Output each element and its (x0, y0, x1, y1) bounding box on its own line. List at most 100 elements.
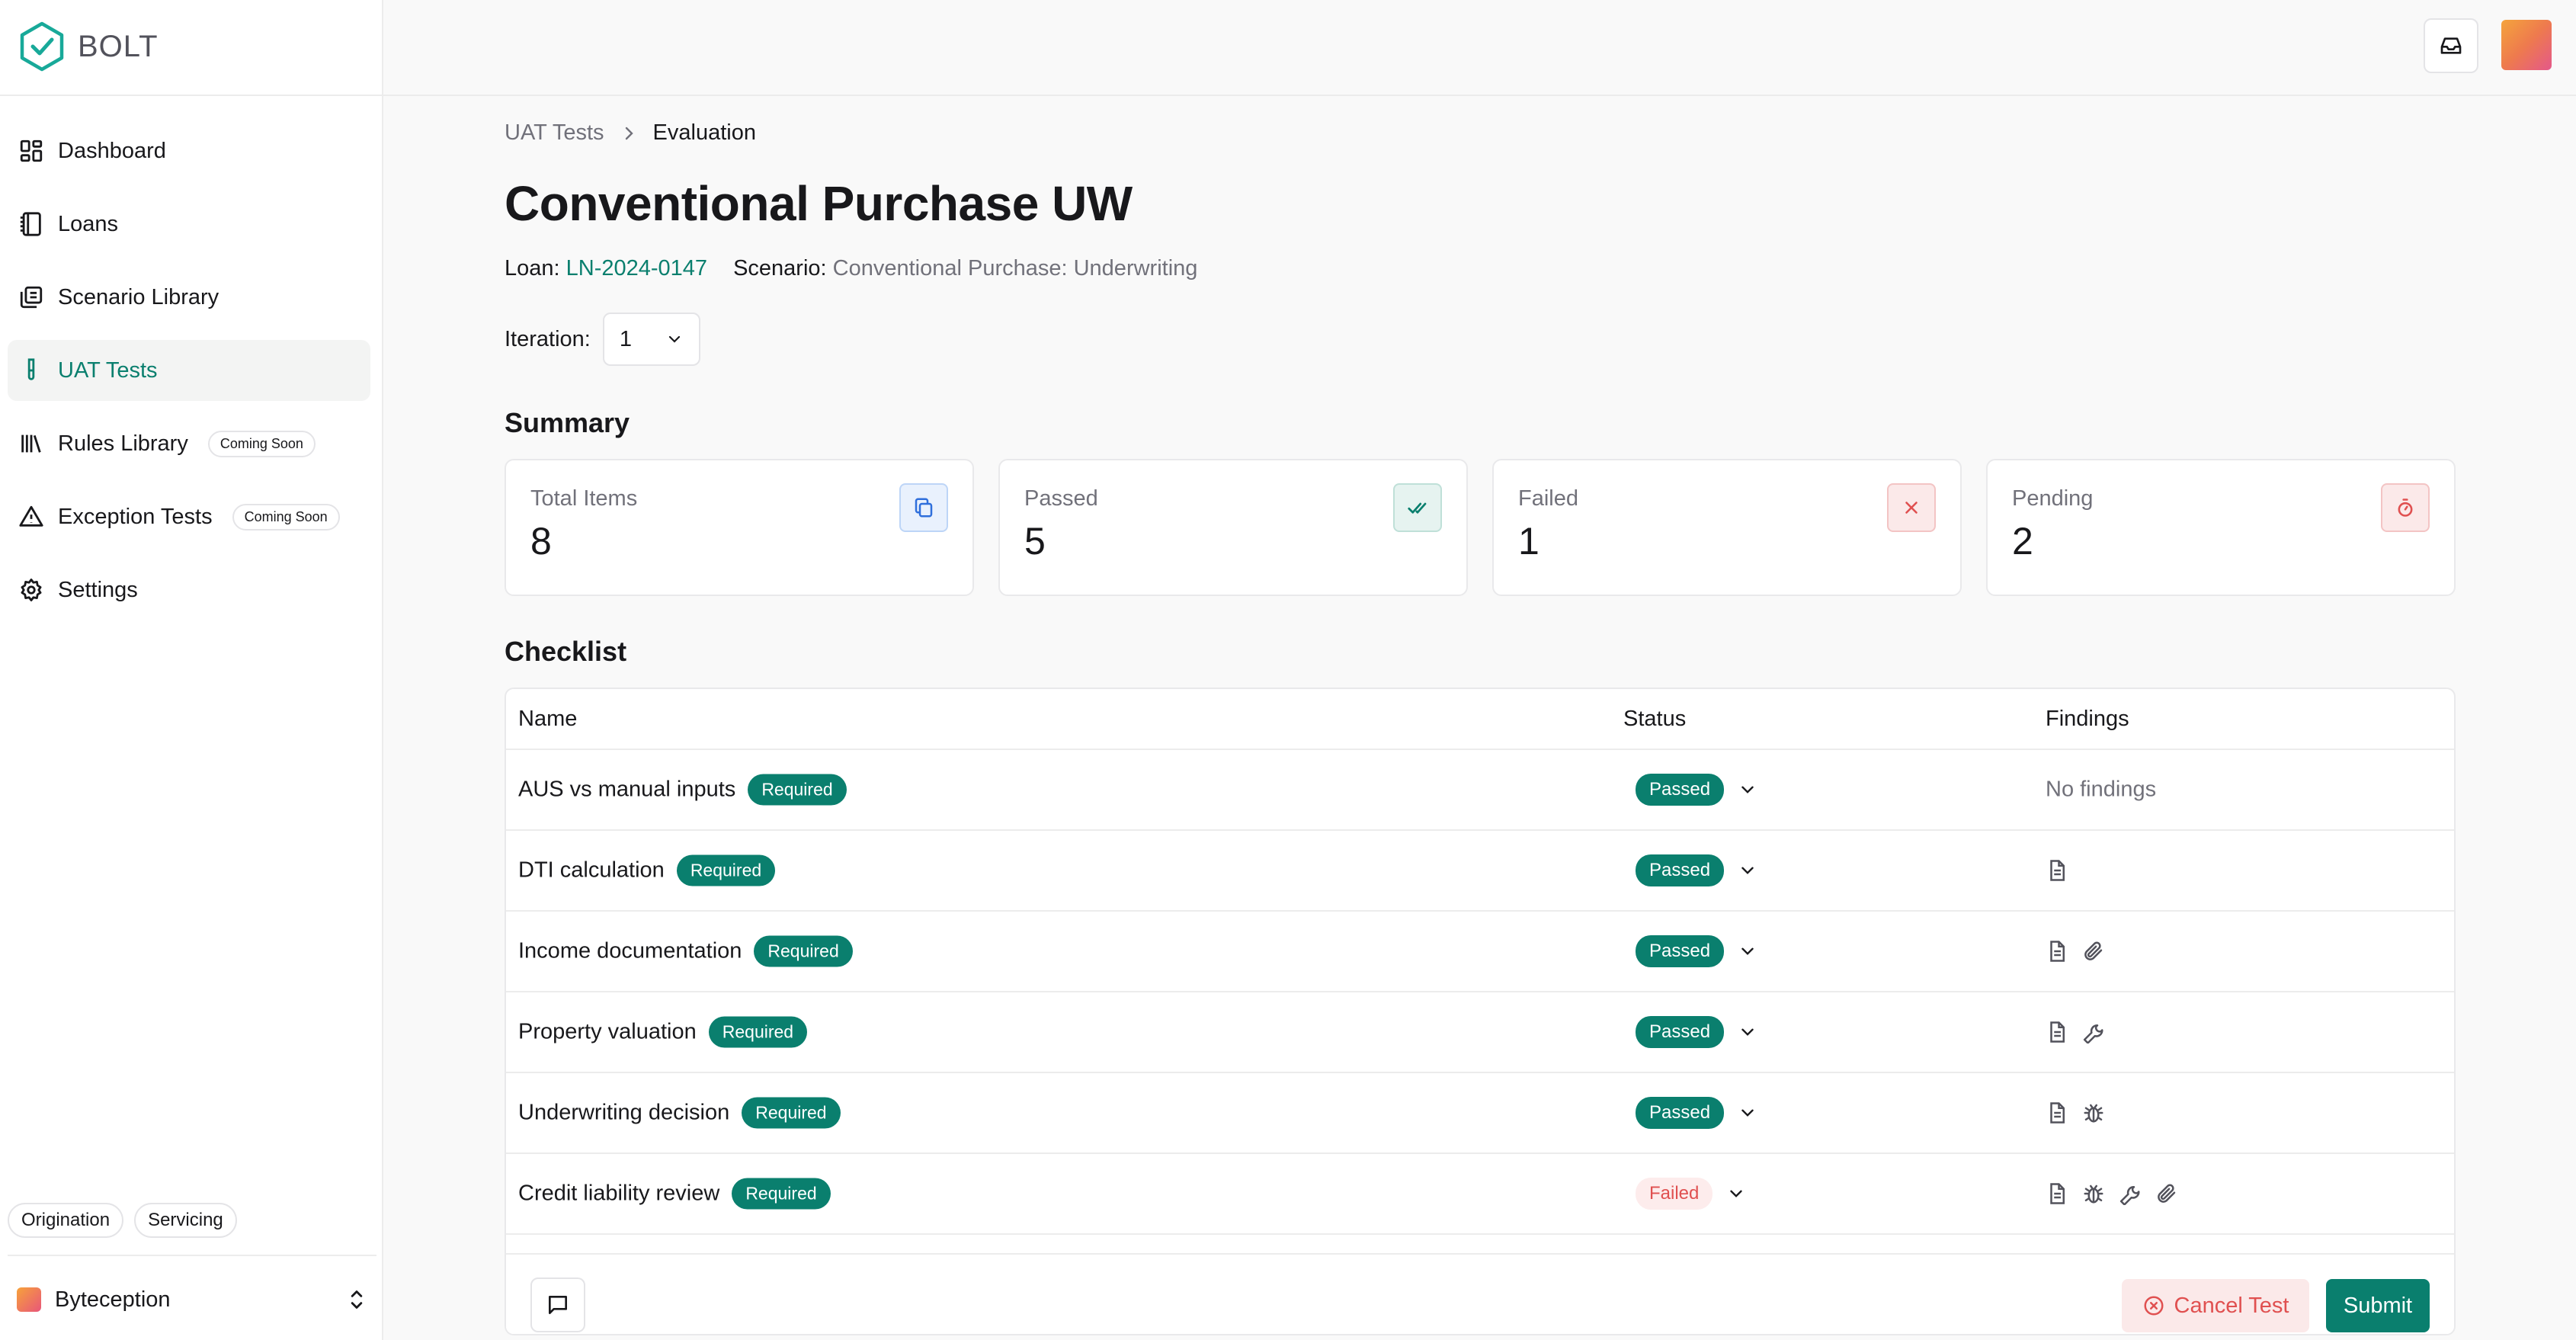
bug-icon[interactable] (2082, 1101, 2105, 1124)
card-value: 5 (1024, 520, 1046, 563)
document-icon[interactable] (2046, 859, 2068, 882)
status-dropdown[interactable]: Failed (1636, 1178, 1746, 1210)
status-badge: Failed (1636, 1178, 1713, 1210)
row-name-cell: Income documentation Required (518, 935, 853, 967)
required-badge: Required (754, 935, 853, 967)
findings-cell (2046, 940, 2105, 963)
sidebar-item-exception-tests[interactable]: Exception Tests Coming Soon (8, 486, 370, 547)
dashboard-icon (20, 139, 43, 162)
comment-button[interactable] (530, 1277, 585, 1332)
findings-cell: No findings (2046, 777, 2156, 803)
warning-icon (19, 505, 43, 527)
status-badge: Passed (1636, 935, 1725, 967)
sidebar-item-label: Scenario Library (58, 284, 219, 309)
table-row: DTI calculation Required Passed (506, 831, 2454, 912)
library-icon (20, 286, 43, 309)
breadcrumb: UAT Tests Evaluation (505, 120, 756, 146)
document-icon[interactable] (2046, 1101, 2068, 1124)
status-badge: Passed (1636, 1097, 1725, 1129)
avatar[interactable] (2501, 20, 2552, 70)
paperclip-icon[interactable] (2155, 1182, 2178, 1205)
cancel-test-button[interactable]: Cancel Test (2122, 1279, 2309, 1332)
loan-link[interactable]: LN-2024-0147 (566, 256, 707, 281)
item-name: Income documentation (518, 938, 742, 963)
sidebar-item-settings[interactable]: Settings (8, 559, 370, 620)
wrench-icon[interactable] (2082, 1021, 2105, 1043)
item-name: Underwriting decision (518, 1100, 730, 1125)
document-icon[interactable] (2046, 1182, 2068, 1205)
breadcrumb-uat-tests[interactable]: UAT Tests (505, 120, 604, 146)
card-label: Failed (1518, 486, 1578, 511)
chevron-right-icon (625, 127, 633, 139)
double-check-icon (1393, 483, 1442, 532)
column-header-status: Status (1623, 706, 1687, 731)
card-passed: Passed 5 (998, 459, 1468, 596)
item-name: Property valuation (518, 1019, 697, 1044)
sidebar-item-scenario-library[interactable]: Scenario Library (8, 267, 370, 328)
iteration-select[interactable]: 1 (602, 313, 700, 366)
page-title: Conventional Purchase UW (505, 176, 1133, 231)
status-dropdown[interactable]: Passed (1636, 1016, 1757, 1048)
message-square-icon (549, 1296, 567, 1314)
sidebar-nav: Dashboard Loans Scenario Library UAT Tes… (8, 120, 370, 633)
status-dropdown[interactable]: Passed (1636, 774, 1757, 806)
card-label: Pending (2012, 486, 2094, 511)
iteration-selector: Iteration: 1 (505, 313, 700, 366)
card-failed: Failed 1 (1492, 459, 1962, 596)
sidebar-item-uat-tests[interactable]: UAT Tests (8, 340, 370, 401)
card-pending: Pending 2 (1986, 459, 2456, 596)
sidebar-item-rules-library[interactable]: Rules Library Coming Soon (8, 413, 370, 474)
inbox-icon (2440, 37, 2462, 54)
submit-button[interactable]: Submit (2326, 1279, 2430, 1332)
card-value: 2 (2012, 520, 2033, 563)
required-badge: Required (742, 1097, 841, 1129)
document-icon[interactable] (2046, 1021, 2068, 1043)
summary-cards: Total Items 8 Passed 5 Failed 1 Pending … (505, 459, 2456, 596)
table-row: Income documentation Required Passed (506, 912, 2454, 992)
test-meta: Loan: LN-2024-0147 Scenario: Conventiona… (505, 256, 1197, 281)
row-name-cell: AUS vs manual inputs Required (518, 774, 847, 806)
document-icon[interactable] (2046, 940, 2068, 963)
row-name-cell: Credit liability review Required (518, 1178, 831, 1210)
coming-soon-badge: Coming Soon (232, 503, 340, 531)
org-switcher[interactable]: Byteception (17, 1273, 367, 1326)
status-dropdown[interactable]: Passed (1636, 935, 1757, 967)
required-badge: Required (748, 774, 847, 806)
env-tag-origination[interactable]: Origination (8, 1203, 124, 1238)
bug-icon[interactable] (2082, 1182, 2105, 1205)
env-tag-servicing[interactable]: Servicing (134, 1203, 237, 1238)
chevron-down-icon (1741, 786, 1754, 793)
sidebar-item-loans[interactable]: Loans (8, 194, 370, 255)
scenario-meta: Scenario: Conventional Purchase: Underwr… (733, 256, 1197, 281)
chevron-down-icon (1730, 1190, 1743, 1197)
cancel-label: Cancel Test (2174, 1293, 2289, 1318)
iteration-label: Iteration: (505, 326, 591, 351)
row-name-cell: Underwriting decision Required (518, 1097, 841, 1129)
chevron-down-icon (668, 335, 680, 343)
item-name: Credit liability review (518, 1181, 720, 1206)
status-dropdown[interactable]: Passed (1636, 1097, 1757, 1129)
sidebar-item-label: Dashboard (58, 138, 166, 163)
sidebar-item-label: Settings (58, 577, 138, 602)
brand[interactable]: BOLT (18, 20, 159, 73)
column-header-findings: Findings (2046, 706, 2129, 731)
required-badge: Required (676, 854, 776, 886)
wrench-icon[interactable] (2119, 1182, 2142, 1205)
table-row: AUS vs manual inputs Required Passed No … (506, 750, 2454, 831)
column-header-name: Name (518, 706, 578, 731)
item-name: AUS vs manual inputs (518, 777, 736, 802)
breadcrumb-current: Evaluation (652, 120, 756, 145)
row-name-cell: Property valuation Required (518, 1016, 808, 1048)
status-dropdown[interactable]: Passed (1636, 854, 1757, 886)
copy-icon (899, 483, 948, 532)
circle-x-icon (2144, 1296, 2163, 1316)
divider (0, 95, 383, 96)
org-name: Byteception (55, 1287, 171, 1312)
iteration-value: 1 (619, 326, 632, 351)
paperclip-icon[interactable] (2082, 940, 2105, 963)
card-value: 1 (1518, 520, 1540, 563)
findings-cell (2046, 1101, 2105, 1124)
inbox-button[interactable] (2424, 18, 2478, 73)
sidebar-item-dashboard[interactable]: Dashboard (8, 120, 370, 181)
required-badge: Required (732, 1178, 831, 1210)
